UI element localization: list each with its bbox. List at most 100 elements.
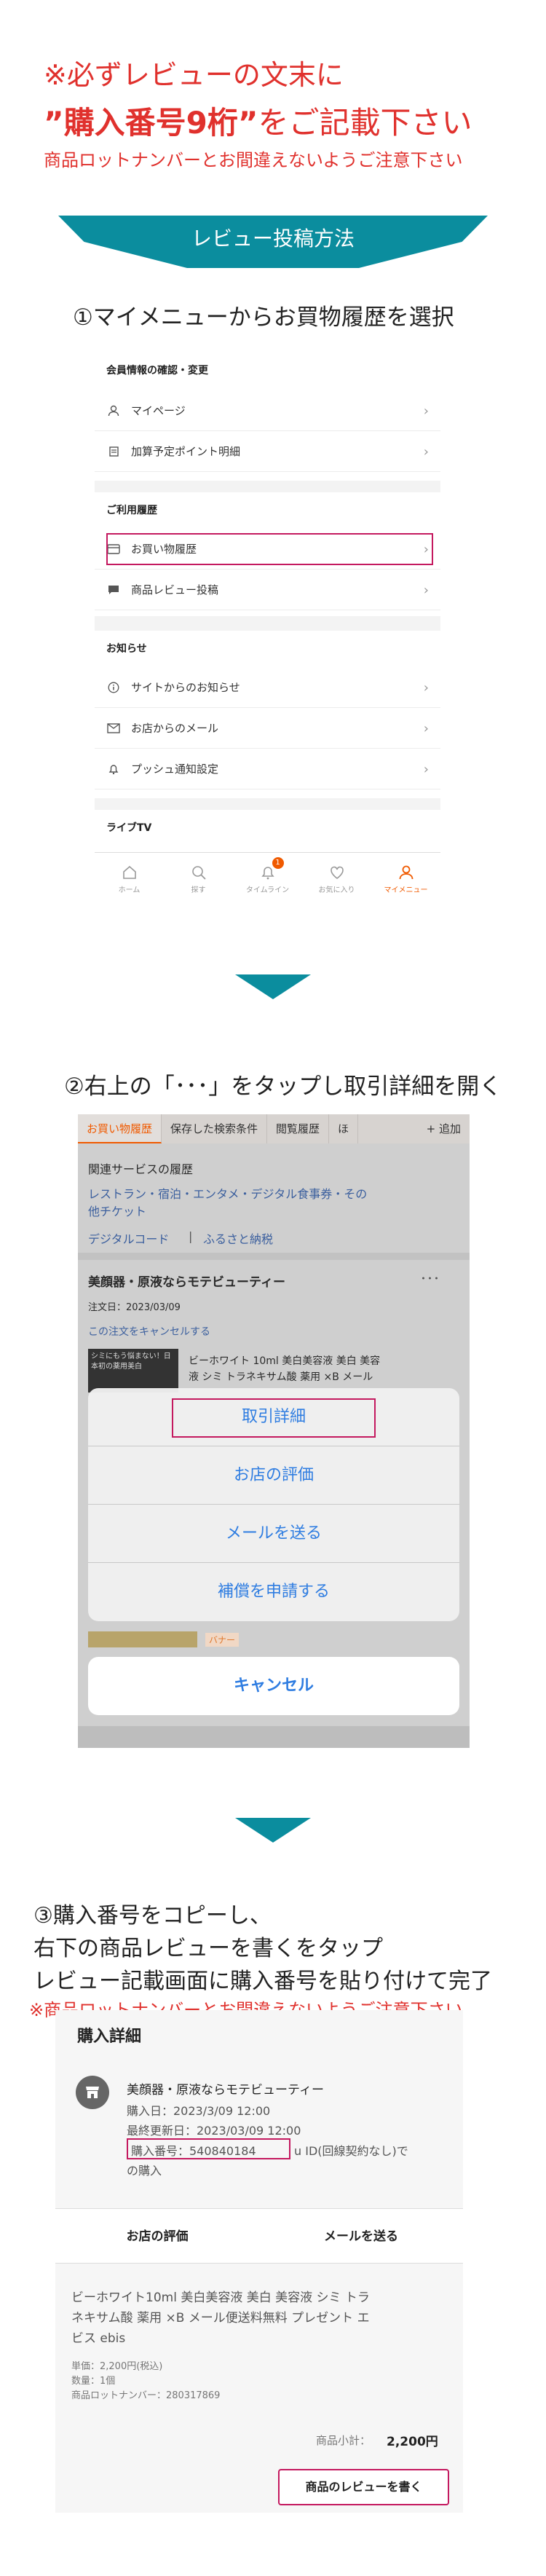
shop-name: 美顔器・原液ならモテビューティー [127, 2083, 324, 2098]
product-thumbnail: シミにもう悩まない！日本初の薬用美白 [88, 1349, 178, 1393]
quantity: 数量：1個 [71, 2376, 116, 2387]
tab-label: ホーム [118, 886, 141, 894]
order-number-tail: u ID(回線契約なし)で [294, 2144, 408, 2158]
tab-timeline[interactable]: 1 タイムライン [233, 853, 302, 903]
furusato-link[interactable]: ふるさと納税 [203, 1229, 273, 1247]
speech-bubble-icon [106, 583, 121, 597]
mail-icon [106, 721, 121, 736]
history-section: ご利用履歴 お買い物履歴 › 商品レビュー投稿 › [95, 492, 440, 616]
menu-item-label: プッシュ通知設定 [131, 763, 219, 776]
review-method-banner: レビュー投稿方法 [58, 216, 488, 268]
history-body: 関連サービスの履歴 レストラン・宿泊・エンタメ・デジタル食事券・その 他チケット… [78, 1143, 470, 1748]
purchase-detail-screenshot: 購入詳細 美顔器・原液ならモテビューティー 購入日：2023/3/09 12:0… [55, 2010, 463, 2513]
tab-more[interactable]: ほ [329, 1114, 359, 1143]
dimmed-tab-bar [78, 1726, 470, 1748]
action-sheet: 取引詳細 お店の評価 メールを送る 補償を申請する [88, 1388, 459, 1621]
action-buttons: お店の評価 メールを送る [55, 2208, 463, 2264]
menu-item-label: マイページ [131, 404, 186, 417]
document-icon [106, 444, 121, 459]
option-label: メールを送る [225, 1524, 322, 1543]
tab-browse-history[interactable]: 閲覧履歴 [267, 1114, 330, 1143]
cancel-button[interactable]: キャンセル [88, 1657, 459, 1715]
tab-label: お気に入り [318, 886, 355, 894]
chevron-right-icon: › [423, 721, 429, 736]
transaction-detail-option[interactable]: 取引詳細 [88, 1388, 459, 1446]
tab-home[interactable]: ホーム [95, 853, 164, 903]
claim-compensation-option[interactable]: 補償を申請する [88, 1563, 459, 1621]
divider [78, 1253, 470, 1260]
step1-caption: ①マイメニューからお買物履歴を選択 [73, 304, 454, 331]
menu-item-site-notice[interactable]: サイトからのお知らせ › [95, 667, 440, 708]
link-separator: | [189, 1229, 193, 1243]
last-updated: 最終更新日：2023/03/09 12:00 [127, 2124, 301, 2138]
lot-number: 商品ロットナンバー：280317869 [71, 2390, 221, 2401]
chevron-right-icon: › [423, 583, 429, 598]
header-line2-main: ”購入番号9桁” [44, 105, 258, 141]
action-sheet-screenshot: お買い物履歴 保存した検索条件 閲覧履歴 ほ + 追加 関連サービスの履歴 レス… [78, 1114, 470, 1748]
product-banner-strip [88, 1631, 197, 1647]
bottom-tab-bar: ホーム 探す 1 タイムライン お気に入り マイメニュー [95, 852, 440, 903]
menu-item-shop-mail[interactable]: お店からのメール › [95, 708, 440, 749]
my-menu-screenshot: 会員情報の確認・変更 マイページ › 加算予定ポイント明細 › ご利用履歴 お買… [95, 350, 440, 903]
send-mail-option[interactable]: メールを送る [88, 1505, 459, 1563]
menu-item-push[interactable]: プッシュ通知設定 › [95, 749, 440, 789]
product-name: ビーホワイト 10ml 美白美容液 美白 美容 [189, 1355, 381, 1367]
history-section-title: ご利用履歴 [106, 505, 157, 516]
chevron-right-icon: › [423, 403, 429, 419]
header-line2: ”購入番号9桁”をご記載下さい [44, 98, 472, 143]
bell-icon [106, 762, 121, 776]
more-options-icon[interactable]: ･･･ [420, 1269, 440, 1288]
product-name: ビーホワイト10ml 美白美容液 美白 美容液 シミ トラ [71, 2291, 370, 2305]
live-tv-section-title: ライブTV [106, 822, 152, 834]
highlight-box [172, 1398, 376, 1438]
shop-icon [76, 2076, 109, 2109]
member-section-title: 会員情報の確認・変更 [106, 365, 208, 377]
tab-purchase-history[interactable]: お買い物履歴 [78, 1114, 162, 1143]
tab-my-menu[interactable]: マイメニュー [371, 853, 440, 903]
instruction-header: ※必ずレビューの文末に ”購入番号9桁”をご記載下さい 商品ロットナンバーとお間… [0, 0, 546, 204]
member-section: 会員情報の確認・変更 マイページ › 加算予定ポイント明細 › [95, 350, 440, 481]
tab-search[interactable]: 探す [164, 853, 233, 903]
heart-icon [329, 862, 345, 883]
header-line3: 商品ロットナンバーとお間違えないようご注意下さい [44, 150, 463, 170]
menu-item-mypage[interactable]: マイページ › [95, 390, 440, 431]
tab-label: 探す [191, 886, 206, 894]
step3-caption-line1: ③購入番号をコピーし、 [33, 1903, 272, 1929]
related-services-link-cont[interactable]: 他チケット [88, 1202, 146, 1219]
menu-item-points[interactable]: 加算予定ポイント明細 › [95, 431, 440, 472]
purchase-date: 購入日：2023/3/09 12:00 [127, 2104, 271, 2118]
notice-section-title: お知らせ [106, 643, 147, 655]
related-services-link[interactable]: レストラン・宿泊・エンタメ・デジタル食事券・その [88, 1184, 367, 1202]
menu-item-label: サイトからのお知らせ [131, 681, 240, 694]
tab-favorites[interactable]: お気に入り [302, 853, 371, 903]
menu-item-purchase-history[interactable]: お買い物履歴 › [95, 529, 440, 570]
search-icon [191, 862, 207, 883]
highlight-box [106, 533, 433, 565]
chevron-right-icon: › [423, 762, 429, 777]
person-icon [106, 403, 121, 418]
menu-item-label: 加算予定ポイント明細 [131, 445, 241, 458]
option-label: 補償を申請する [217, 1583, 330, 1601]
step3-caption-line3: レビュー記載画面に購入番号を貼り付けて完了 [33, 1969, 492, 1994]
related-services-title: 関連サービスの履歴 [88, 1162, 194, 1176]
menu-item-product-review[interactable]: 商品レビュー投稿 › [95, 570, 440, 610]
down-arrow-icon [235, 974, 311, 999]
write-review-button[interactable]: 商品のレビューを書く [278, 2469, 449, 2505]
notification-badge: 1 [272, 857, 284, 869]
live-tv-section: ライブTV [95, 810, 440, 854]
banner-tag: バナー [205, 1633, 240, 1647]
cancel-order-link[interactable]: この注文をキャンセルする [88, 1324, 210, 1339]
history-tabs: お買い物履歴 保存した検索条件 閲覧履歴 ほ + 追加 [78, 1114, 470, 1143]
send-mail-button[interactable]: メールを送る [259, 2209, 463, 2263]
highlight-box [127, 2138, 290, 2159]
tab-label: タイムライン [245, 886, 290, 894]
digital-code-link[interactable]: デジタルコード [88, 1229, 169, 1247]
product-name-cont: ネキサム酸 薬用 ×B メール便送料無料 プレゼント エ [71, 2311, 370, 2325]
product-name-cont: 液 シミ トラネキサム酸 薬用 ×B メール [189, 1371, 373, 1383]
shop-rating-button[interactable]: お店の評価 [55, 2209, 259, 2263]
add-tab-button[interactable]: + 追加 [418, 1114, 470, 1143]
unit-price: 単価：2,200円(税込) [71, 2361, 163, 2372]
tab-saved-search[interactable]: 保存した検索条件 [162, 1114, 268, 1143]
menu-item-label: お店からのメール [131, 722, 219, 735]
shop-rating-option[interactable]: お店の評価 [88, 1446, 459, 1505]
